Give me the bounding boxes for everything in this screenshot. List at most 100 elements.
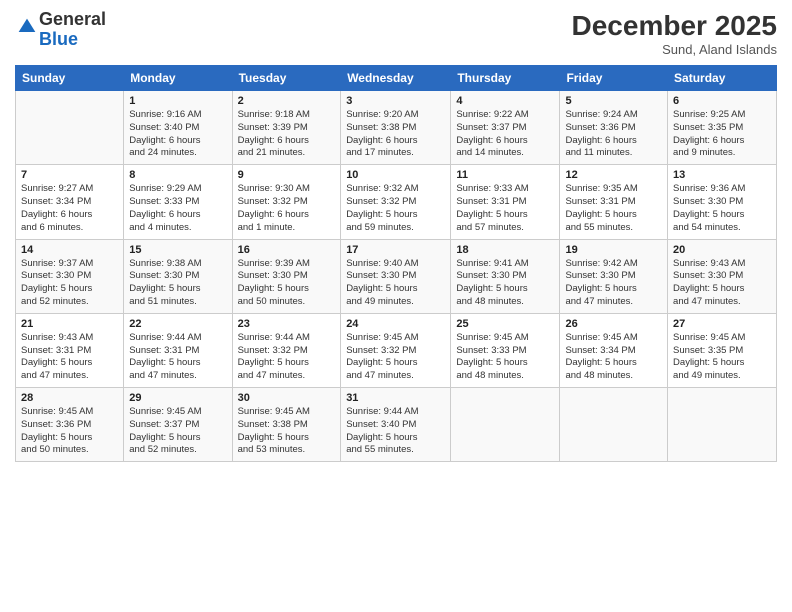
cell-w1-d3: 2 Sunrise: 9:18 AM Sunset: 3:39 PM Daylig…: [232, 91, 341, 165]
cell-w2-d2: 8 Sunrise: 9:29 AM Sunset: 3:33 PM Daylig…: [124, 165, 232, 239]
calendar-table: Sunday Monday Tuesday Wednesday Thursday…: [15, 65, 777, 462]
day-number-w4-d4: 24: [346, 318, 445, 330]
cell-w3-d5: 18 Sunrise: 9:41 AM Sunset: 3:30 PM Dayli…: [451, 239, 560, 313]
day-info-w4-d6: Sunrise: 9:45 AM Sunset: 3:34 PM Dayligh…: [565, 332, 662, 383]
cell-w1-d2: 1 Sunrise: 9:16 AM Sunset: 3:40 PM Daylig…: [124, 91, 232, 165]
day-number-w1-d7: 6: [673, 95, 771, 107]
day-info-w4-d4: Sunrise: 9:45 AM Sunset: 3:32 PM Dayligh…: [346, 332, 445, 383]
col-wednesday: Wednesday: [341, 66, 451, 91]
cell-w4-d1: 21 Sunrise: 9:43 AM Sunset: 3:31 PM Dayli…: [16, 313, 124, 387]
col-saturday: Saturday: [668, 66, 777, 91]
day-info-w2-d3: Sunrise: 9:30 AM Sunset: 3:32 PM Dayligh…: [238, 183, 336, 234]
day-info-w4-d5: Sunrise: 9:45 AM Sunset: 3:33 PM Dayligh…: [456, 332, 554, 383]
day-number-w1-d4: 3: [346, 95, 445, 107]
day-number-w4-d6: 26: [565, 318, 662, 330]
logo: General Blue: [15, 10, 106, 50]
cell-w4-d5: 25 Sunrise: 9:45 AM Sunset: 3:33 PM Dayli…: [451, 313, 560, 387]
day-number-w2-d5: 11: [456, 169, 554, 181]
day-number-w2-d4: 10: [346, 169, 445, 181]
cell-w4-d7: 27Sunrise: 9:45 AM Sunset: 3:35 PM Dayli…: [668, 313, 777, 387]
col-sunday: Sunday: [16, 66, 124, 91]
day-number-w2-d2: 8: [129, 169, 226, 181]
cell-w2-d3: 9 Sunrise: 9:30 AM Sunset: 3:32 PM Daylig…: [232, 165, 341, 239]
col-monday: Monday: [124, 66, 232, 91]
day-info-w5-d4: Sunrise: 9:44 AM Sunset: 3:40 PM Dayligh…: [346, 406, 445, 457]
day-info-w2-d4: Sunrise: 9:32 AM Sunset: 3:32 PM Dayligh…: [346, 183, 445, 234]
day-info-w5-d3: Sunrise: 9:45 AM Sunset: 3:38 PM Dayligh…: [238, 406, 336, 457]
day-info-w3-d6: Sunrise: 9:42 AM Sunset: 3:30 PM Dayligh…: [565, 258, 662, 309]
month-title: December 2025: [572, 10, 777, 42]
day-number-w2-d6: 12: [565, 169, 662, 181]
day-info-w1-d6: Sunrise: 9:24 AM Sunset: 3:36 PM Dayligh…: [565, 109, 662, 160]
day-number-w2-d1: 7: [21, 169, 118, 181]
day-number-w4-d1: 21: [21, 318, 118, 330]
title-block: December 2025 Sund, Aland Islands: [572, 10, 777, 57]
cell-w1-d4: 3 Sunrise: 9:20 AM Sunset: 3:38 PM Daylig…: [341, 91, 451, 165]
day-info-w1-d2: Sunrise: 9:16 AM Sunset: 3:40 PM Dayligh…: [129, 109, 226, 160]
day-info-w4-d7: Sunrise: 9:45 AM Sunset: 3:35 PM Dayligh…: [673, 332, 771, 383]
cell-w5-d4: 31Sunrise: 9:44 AM Sunset: 3:40 PM Dayli…: [341, 388, 451, 462]
cell-w4-d2: 22 Sunrise: 9:44 AM Sunset: 3:31 PM Dayli…: [124, 313, 232, 387]
cell-w5-d5: [451, 388, 560, 462]
cell-w2-d6: 12 Sunrise: 9:35 AM Sunset: 3:31 PM Dayli…: [560, 165, 668, 239]
day-number-w1-d5: 4: [456, 95, 554, 107]
week-row-5: 28Sunrise: 9:45 AM Sunset: 3:36 PM Dayli…: [16, 388, 777, 462]
day-number-w3-d5: 18: [456, 244, 554, 256]
header-row: Sunday Monday Tuesday Wednesday Thursday…: [16, 66, 777, 91]
logo-general-text: General: [39, 9, 106, 29]
day-info-w1-d7: Sunrise: 9:25 AM Sunset: 3:35 PM Dayligh…: [673, 109, 771, 160]
cell-w2-d7: 13 Sunrise: 9:36 AM Sunset: 3:30 PM Dayli…: [668, 165, 777, 239]
day-info-w1-d5: Sunrise: 9:22 AM Sunset: 3:37 PM Dayligh…: [456, 109, 554, 160]
day-number-w3-d2: 15: [129, 244, 226, 256]
day-info-w1-d3: Sunrise: 9:18 AM Sunset: 3:39 PM Dayligh…: [238, 109, 336, 160]
day-number-w3-d3: 16: [238, 244, 336, 256]
day-info-w2-d2: Sunrise: 9:29 AM Sunset: 3:33 PM Dayligh…: [129, 183, 226, 234]
day-number-w1-d6: 5: [565, 95, 662, 107]
day-number-w1-d3: 2: [238, 95, 336, 107]
day-info-w2-d7: Sunrise: 9:36 AM Sunset: 3:30 PM Dayligh…: [673, 183, 771, 234]
header: General Blue December 2025 Sund, Aland I…: [15, 10, 777, 57]
col-friday: Friday: [560, 66, 668, 91]
cell-w4-d3: 23Sunrise: 9:44 AM Sunset: 3:32 PM Dayli…: [232, 313, 341, 387]
day-number-w3-d6: 19: [565, 244, 662, 256]
day-info-w3-d4: Sunrise: 9:40 AM Sunset: 3:30 PM Dayligh…: [346, 258, 445, 309]
cell-w5-d2: 29 Sunrise: 9:45 AM Sunset: 3:37 PM Dayli…: [124, 388, 232, 462]
day-info-w2-d6: Sunrise: 9:35 AM Sunset: 3:31 PM Dayligh…: [565, 183, 662, 234]
location-subtitle: Sund, Aland Islands: [572, 42, 777, 57]
cell-w1-d6: 5 Sunrise: 9:24 AM Sunset: 3:36 PM Daylig…: [560, 91, 668, 165]
week-row-3: 14Sunrise: 9:37 AM Sunset: 3:30 PM Dayli…: [16, 239, 777, 313]
day-number-w5-d2: 29: [129, 392, 226, 404]
cell-w3-d1: 14Sunrise: 9:37 AM Sunset: 3:30 PM Dayli…: [16, 239, 124, 313]
day-info-w2-d5: Sunrise: 9:33 AM Sunset: 3:31 PM Dayligh…: [456, 183, 554, 234]
cell-w4-d6: 26 Sunrise: 9:45 AM Sunset: 3:34 PM Dayli…: [560, 313, 668, 387]
logo-blue-text: Blue: [39, 29, 78, 49]
week-row-1: 1 Sunrise: 9:16 AM Sunset: 3:40 PM Daylig…: [16, 91, 777, 165]
day-number-w2-d7: 13: [673, 169, 771, 181]
day-number-w4-d3: 23: [238, 318, 336, 330]
day-info-w4-d1: Sunrise: 9:43 AM Sunset: 3:31 PM Dayligh…: [21, 332, 118, 383]
cell-w5-d6: [560, 388, 668, 462]
cell-w3-d3: 16Sunrise: 9:39 AM Sunset: 3:30 PM Dayli…: [232, 239, 341, 313]
day-info-w3-d5: Sunrise: 9:41 AM Sunset: 3:30 PM Dayligh…: [456, 258, 554, 309]
cell-w3-d7: 20 Sunrise: 9:43 AM Sunset: 3:30 PM Dayli…: [668, 239, 777, 313]
cell-w5-d3: 30Sunrise: 9:45 AM Sunset: 3:38 PM Dayli…: [232, 388, 341, 462]
cell-w5-d7: [668, 388, 777, 462]
day-info-w1-d4: Sunrise: 9:20 AM Sunset: 3:38 PM Dayligh…: [346, 109, 445, 160]
day-number-w2-d3: 9: [238, 169, 336, 181]
day-info-w2-d1: Sunrise: 9:27 AM Sunset: 3:34 PM Dayligh…: [21, 183, 118, 234]
day-info-w3-d2: Sunrise: 9:38 AM Sunset: 3:30 PM Dayligh…: [129, 258, 226, 309]
day-number-w3-d1: 14: [21, 244, 118, 256]
cell-w1-d1: [16, 91, 124, 165]
col-thursday: Thursday: [451, 66, 560, 91]
day-info-w3-d7: Sunrise: 9:43 AM Sunset: 3:30 PM Dayligh…: [673, 258, 771, 309]
day-number-w3-d7: 20: [673, 244, 771, 256]
day-number-w4-d2: 22: [129, 318, 226, 330]
day-info-w5-d2: Sunrise: 9:45 AM Sunset: 3:37 PM Dayligh…: [129, 406, 226, 457]
cell-w2-d5: 11 Sunrise: 9:33 AM Sunset: 3:31 PM Dayli…: [451, 165, 560, 239]
day-info-w5-d1: Sunrise: 9:45 AM Sunset: 3:36 PM Dayligh…: [21, 406, 118, 457]
day-number-w4-d5: 25: [456, 318, 554, 330]
day-info-w4-d2: Sunrise: 9:44 AM Sunset: 3:31 PM Dayligh…: [129, 332, 226, 383]
cell-w3-d2: 15 Sunrise: 9:38 AM Sunset: 3:30 PM Dayli…: [124, 239, 232, 313]
day-number-w1-d2: 1: [129, 95, 226, 107]
cell-w3-d6: 19 Sunrise: 9:42 AM Sunset: 3:30 PM Dayli…: [560, 239, 668, 313]
